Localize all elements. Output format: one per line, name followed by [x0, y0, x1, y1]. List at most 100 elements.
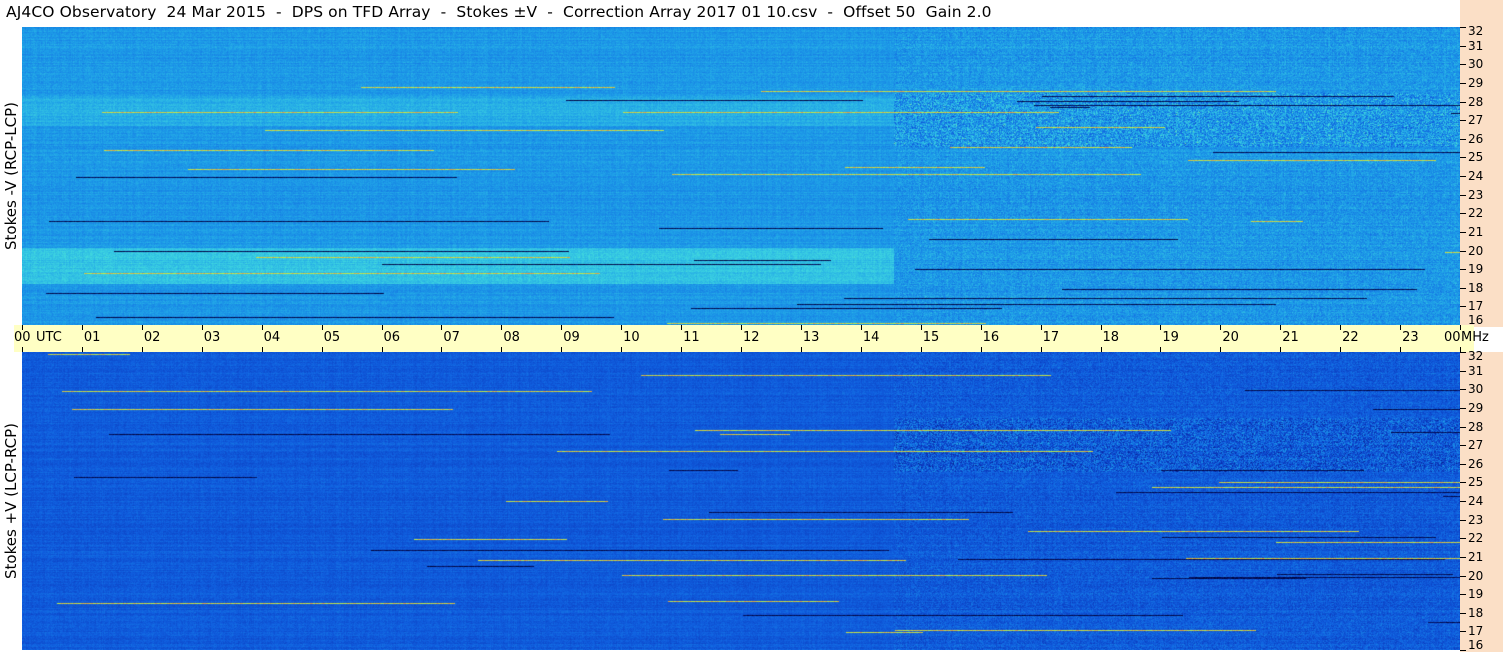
- freq-tick: [1460, 501, 1466, 502]
- freq-tick: [1460, 650, 1466, 651]
- freq-tick-label: 29: [1468, 75, 1484, 90]
- time-tick-label: 13: [802, 330, 820, 345]
- freq-tick: [1460, 101, 1466, 103]
- time-tick-label: 11: [683, 330, 700, 345]
- time-tick-label: 07: [443, 330, 460, 345]
- time-tick: [741, 325, 742, 330]
- freq-tick-label: 21: [1468, 224, 1484, 239]
- time-tick: [1340, 325, 1342, 330]
- time-tick-label: 01: [83, 330, 101, 345]
- freq-tick-label: 22: [1468, 531, 1484, 546]
- freq-tick-label: 23: [1468, 187, 1484, 202]
- time-axis: 00 01 02 03 04 05 06 07 08 09 10 11 12 13 14 15 16 17 18 19…: [14, 325, 1489, 352]
- freq-tick: [1460, 138, 1466, 140]
- time-tick-label: 05: [323, 330, 341, 345]
- time-tick-label: 02: [143, 330, 161, 345]
- freq-tick: [1460, 45, 1466, 47]
- time-tick-label: 12: [743, 330, 760, 345]
- freq-tick: [1460, 157, 1466, 159]
- time-tick: [501, 325, 503, 330]
- time-tick-label: 15: [922, 330, 940, 345]
- freq-tick-label: 25: [1468, 475, 1484, 490]
- bottom-panel-ylabel-text: Stokes +V (LCP-RCP): [2, 423, 20, 579]
- freq-tick-label: 32: [1468, 24, 1484, 38]
- time-tick-label: 16: [982, 330, 1000, 345]
- freq-tick: [1460, 370, 1466, 372]
- time-axis-unit: UTC: [36, 330, 62, 345]
- freq-tick: [1460, 538, 1466, 540]
- freq-tick: [1460, 407, 1466, 409]
- freq-tick: [1460, 231, 1466, 233]
- freq-tick-label: 28: [1468, 419, 1484, 434]
- freq-tick-label: 27: [1468, 438, 1484, 453]
- time-tick: [1160, 325, 1162, 330]
- freq-tick-label: 20: [1468, 243, 1484, 258]
- spectrogram-page: AJ4CO Observatory 24 Mar 2015 - DPS on T…: [0, 0, 1503, 672]
- freq-tick-label: 25: [1468, 150, 1484, 165]
- time-tick: [860, 325, 862, 330]
- freq-tick: [1460, 482, 1466, 484]
- freq-tick-label: 19: [1468, 262, 1484, 277]
- bottom-panel-ylabel: Stokes +V (LCP-RCP): [0, 352, 22, 650]
- freq-tick: [1460, 594, 1466, 596]
- freq-tick-label: 21: [1468, 549, 1484, 564]
- bottom-spectrogram-heatmap: [22, 352, 1460, 650]
- freq-tick: [1460, 575, 1466, 577]
- freq-axis-header: [1460, 0, 1503, 27]
- freq-tick-label: 20: [1468, 568, 1484, 583]
- freq-tick: [1460, 519, 1466, 521]
- freq-tick-label: 23: [1468, 512, 1484, 527]
- freq-tick: [1460, 64, 1466, 66]
- time-tick: [1280, 325, 1282, 330]
- time-tick: [800, 325, 802, 330]
- freq-tick-label: 31: [1468, 38, 1484, 53]
- freq-tick-label: 27: [1468, 113, 1484, 128]
- freq-tick: [1460, 389, 1466, 391]
- time-tick-label: 08: [503, 330, 520, 345]
- time-tick-label: 23: [1402, 330, 1419, 345]
- time-tick-label: 19: [1162, 330, 1179, 345]
- time-tick: [441, 325, 443, 330]
- freq-tick-label: 17: [1468, 624, 1484, 639]
- time-tick: [561, 325, 563, 330]
- freq-tick-label: 30: [1468, 57, 1484, 72]
- freq-tick-label: 24: [1468, 169, 1484, 183]
- freq-tick-label: 26: [1468, 456, 1484, 471]
- time-tick: [261, 325, 263, 330]
- time-tick-label: 17: [1042, 330, 1060, 345]
- freq-tick: [1460, 120, 1466, 122]
- time-tick-label: 22: [1342, 330, 1359, 345]
- time-tick: [980, 325, 982, 330]
- chart-title: AJ4CO Observatory 24 Mar 2015 - DPS on T…: [6, 3, 992, 21]
- time-tick: [681, 325, 683, 330]
- time-tick: [81, 325, 83, 330]
- freq-tick-label: 29: [1468, 400, 1484, 415]
- freq-tick-label: 26: [1468, 131, 1484, 146]
- time-tick-label: 06: [383, 330, 401, 345]
- freq-tick-label: 24: [1468, 494, 1484, 508]
- freq-tick: [1460, 213, 1466, 215]
- time-tick: [201, 325, 203, 330]
- time-tick: [621, 325, 623, 330]
- freq-tick: [1460, 352, 1466, 353]
- freq-tick-label: 19: [1468, 587, 1484, 602]
- freq-tick: [1460, 306, 1466, 308]
- time-tick: [381, 325, 383, 330]
- time-tick-label: 03: [203, 330, 221, 345]
- time-tick: [321, 325, 323, 330]
- freq-tick: [1460, 612, 1466, 614]
- freq-tick-label: 17: [1468, 299, 1484, 314]
- time-tick-label: 18: [1102, 330, 1120, 345]
- time-tick-label: 00: [14, 330, 31, 345]
- top-panel-ylabel-text: Stokes -V (RCP-LCP): [2, 102, 20, 250]
- time-tick-label: 00: [1444, 330, 1461, 345]
- top-panel-ylabel: Stokes -V (RCP-LCP): [0, 27, 22, 325]
- freq-tick: [1460, 27, 1466, 28]
- freq-tick-label: 18: [1468, 605, 1484, 620]
- time-tick: [1040, 325, 1042, 330]
- time-tick: [1400, 325, 1402, 330]
- time-tick-label: 21: [1282, 330, 1299, 345]
- freq-tick: [1460, 463, 1466, 465]
- time-tick: [1100, 325, 1102, 330]
- freq-tick-label: 22: [1468, 206, 1484, 221]
